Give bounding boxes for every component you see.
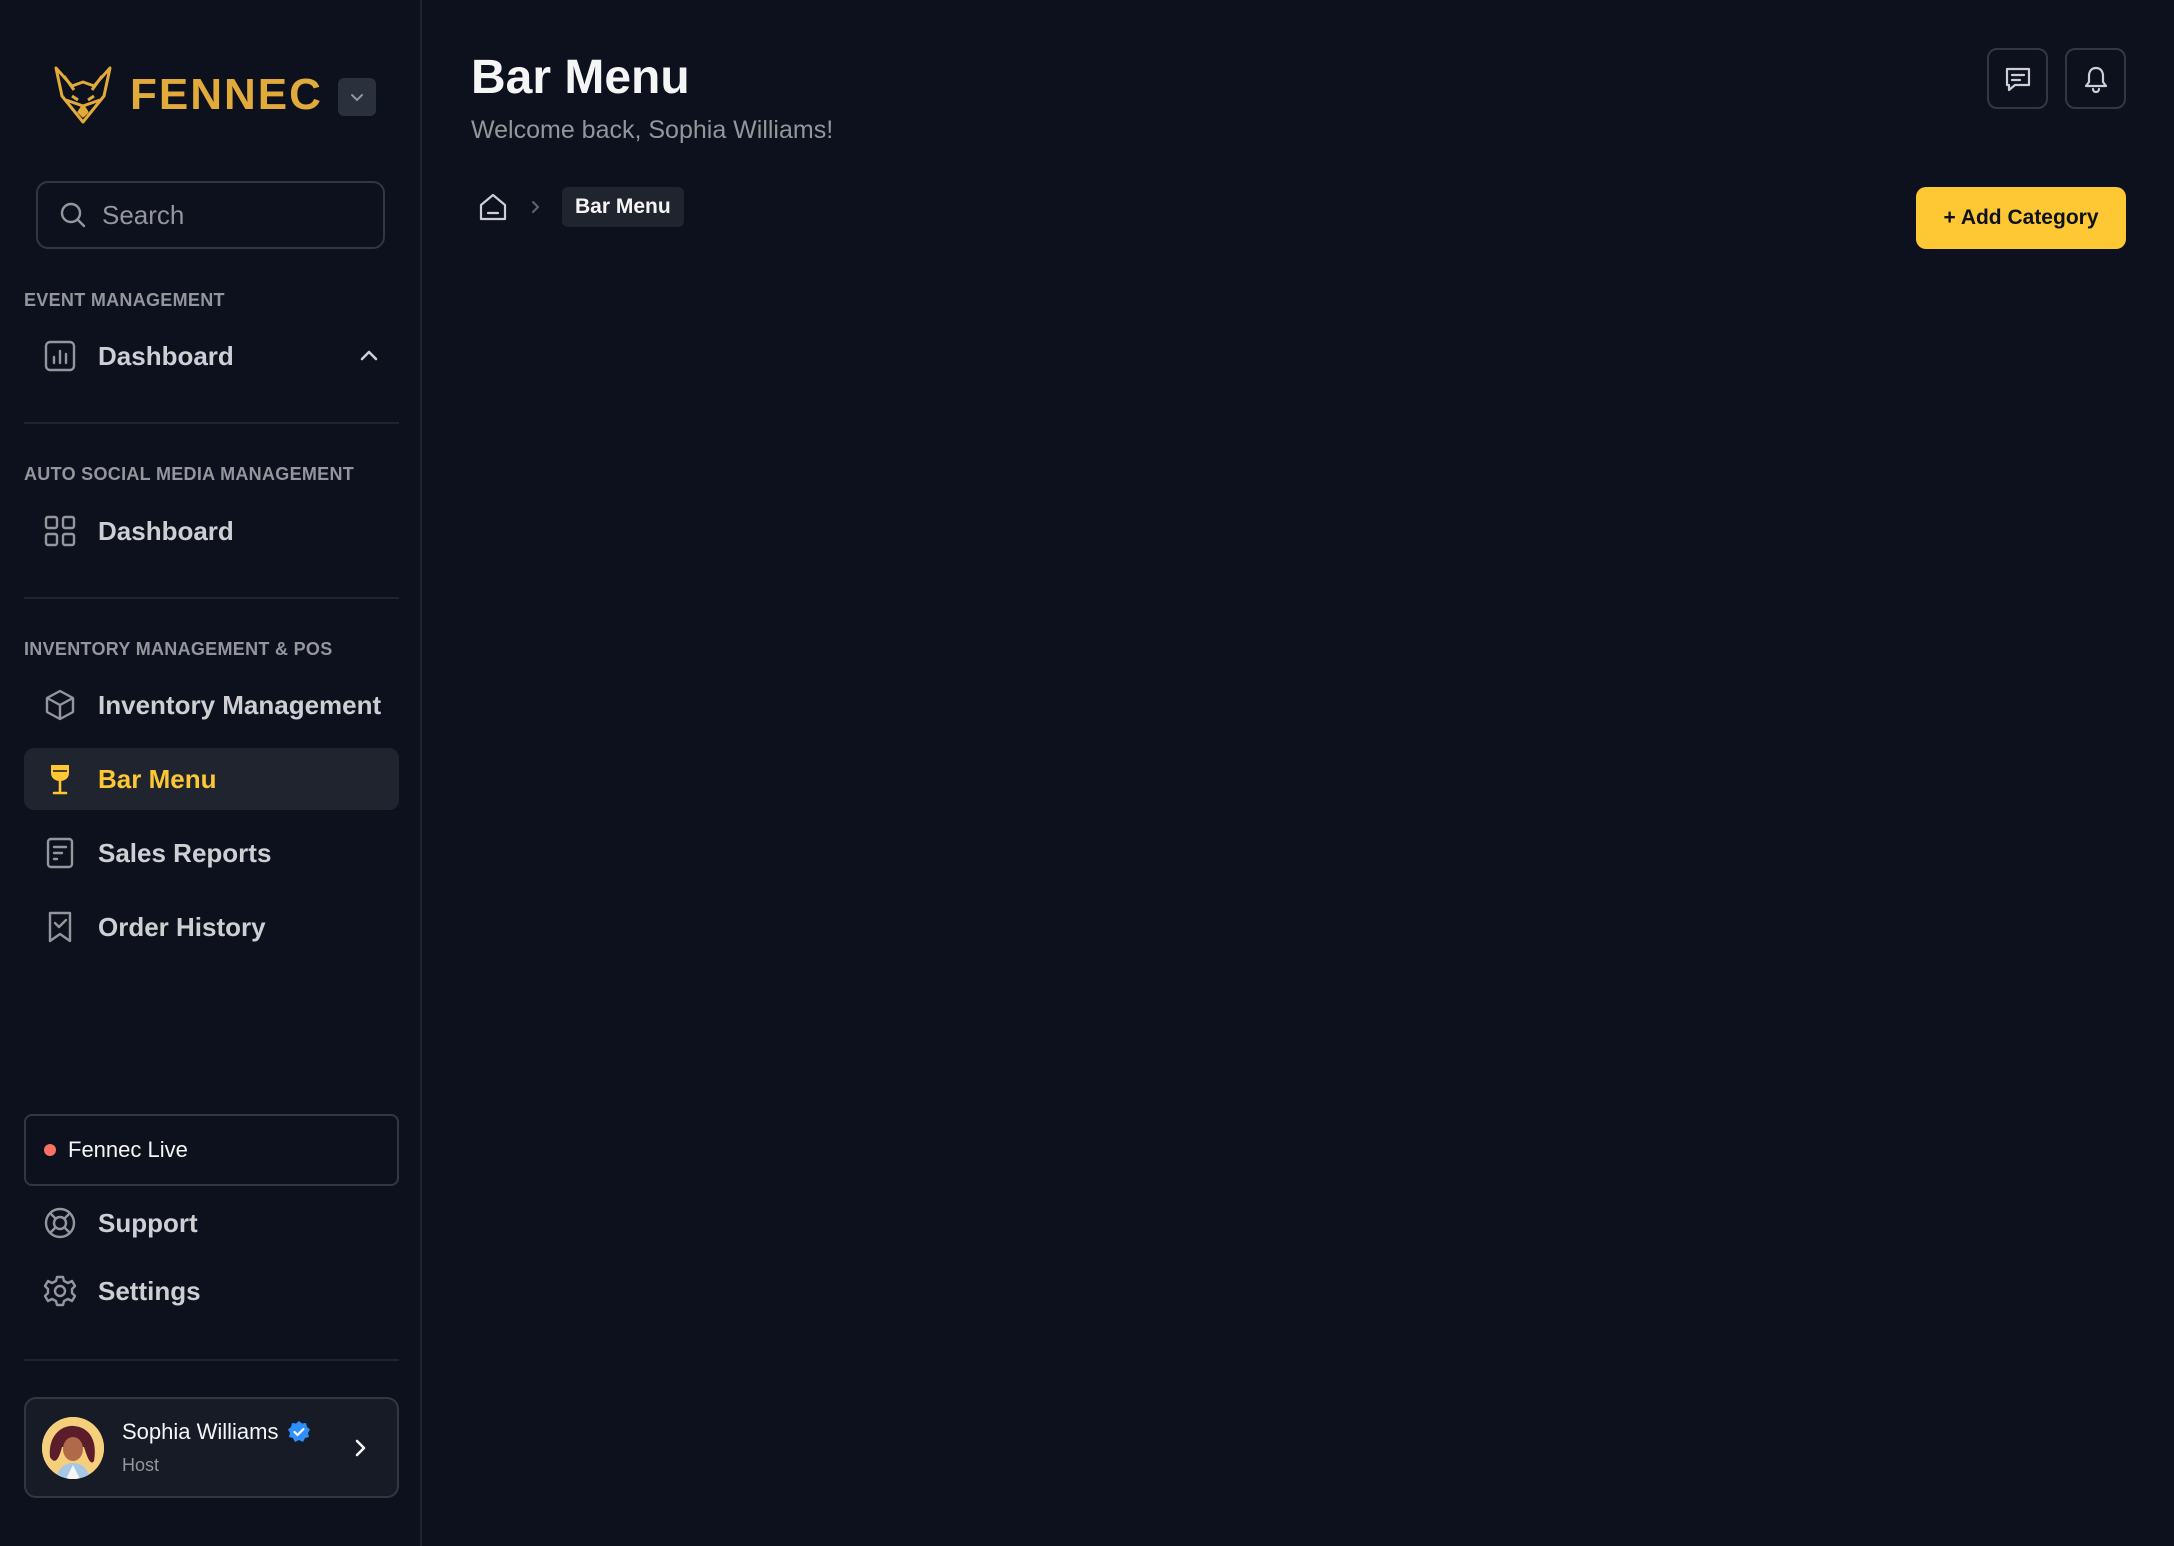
verified-badge-icon [287, 1421, 310, 1442]
section-label-social-media: AUTO SOCIAL MEDIA MANAGEMENT [24, 464, 355, 484]
gear-icon [42, 1273, 78, 1309]
search-box [36, 181, 385, 249]
wine-glass-icon [42, 761, 78, 797]
chevron-up-icon[interactable] [357, 344, 381, 368]
divider [24, 1359, 399, 1361]
breadcrumb: Bar Menu [478, 187, 684, 227]
message-icon [2005, 67, 2030, 91]
add-category-button[interactable]: + Add Category [1916, 187, 2126, 249]
section-label-event-management: EVENT MANAGEMENT [24, 290, 225, 310]
search-icon [60, 202, 86, 228]
divider [24, 422, 399, 424]
messages-button[interactable] [1987, 48, 2048, 109]
sidebar-item-label: Sales Reports [98, 837, 272, 868]
notifications-button[interactable] [2065, 48, 2126, 109]
sidebar-item-event-dashboard[interactable]: Dashboard [24, 325, 399, 387]
sidebar-item-support[interactable]: Support [24, 1192, 399, 1254]
search-input[interactable] [102, 199, 362, 231]
fennec-live-button[interactable]: Fennec Live [24, 1114, 399, 1186]
sidebar-item-label: Dashboard [98, 340, 234, 371]
user-name: Sophia Williams [122, 1419, 279, 1444]
page-subtitle: Welcome back, Sophia Williams! [471, 116, 834, 144]
sidebar-item-social-dashboard[interactable]: Dashboard [24, 500, 399, 562]
live-label: Fennec Live [68, 1137, 188, 1162]
cube-icon [42, 687, 78, 723]
fox-logo-icon [54, 66, 112, 124]
breadcrumb-current[interactable]: Bar Menu [562, 187, 684, 227]
user-profile-card[interactable]: Sophia Williams Host [24, 1397, 399, 1498]
sidebar-item-order-history[interactable]: Order History [24, 896, 399, 958]
home-icon[interactable] [478, 192, 508, 222]
divider [24, 597, 399, 599]
app-root: FENNEC EVENT MANAGEMENT Dashboard [0, 0, 2174, 1546]
sidebar-item-label: Order History [98, 911, 266, 942]
sidebar-item-label: Support [98, 1207, 198, 1238]
main-content: Bar Menu Welcome back, Sophia Williams! … [424, 0, 2174, 1546]
sidebar-item-settings[interactable]: Settings [24, 1260, 399, 1322]
brand-name: FENNEC [130, 70, 323, 119]
chevron-right-icon [532, 201, 540, 213]
chevron-down-icon [351, 94, 363, 102]
section-label-inventory: INVENTORY MANAGEMENT & POS [24, 639, 333, 659]
logo[interactable]: FENNEC [50, 62, 323, 128]
sidebar-item-bar-menu[interactable]: Bar Menu [24, 748, 399, 810]
page-title: Bar Menu [471, 51, 690, 104]
chevron-right-icon [355, 1439, 366, 1457]
sidebar-item-label: Settings [98, 1275, 201, 1306]
workspace-dropdown-button[interactable] [338, 78, 376, 116]
live-status-dot [44, 1144, 56, 1156]
report-icon [42, 835, 78, 871]
bookmark-check-icon [42, 909, 78, 945]
sidebar-item-inventory-management[interactable]: Inventory Management [24, 674, 399, 736]
life-buoy-icon [42, 1205, 78, 1241]
avatar [42, 1416, 104, 1479]
user-name-row: Sophia Williams [122, 1419, 311, 1445]
bell-icon [2084, 66, 2107, 93]
sidebar-item-sales-reports[interactable]: Sales Reports [24, 822, 399, 884]
user-info: Sophia Williams Host [122, 1419, 311, 1476]
bar-chart-icon [42, 338, 78, 374]
user-role: Host [122, 1455, 160, 1475]
sidebar-item-label: Inventory Management [98, 689, 382, 720]
sidebar-item-label: Dashboard [98, 515, 234, 546]
sidebar-item-label: Bar Menu [98, 763, 217, 794]
grid-icon [42, 513, 78, 549]
sidebar: FENNEC EVENT MANAGEMENT Dashboard [0, 0, 422, 1546]
